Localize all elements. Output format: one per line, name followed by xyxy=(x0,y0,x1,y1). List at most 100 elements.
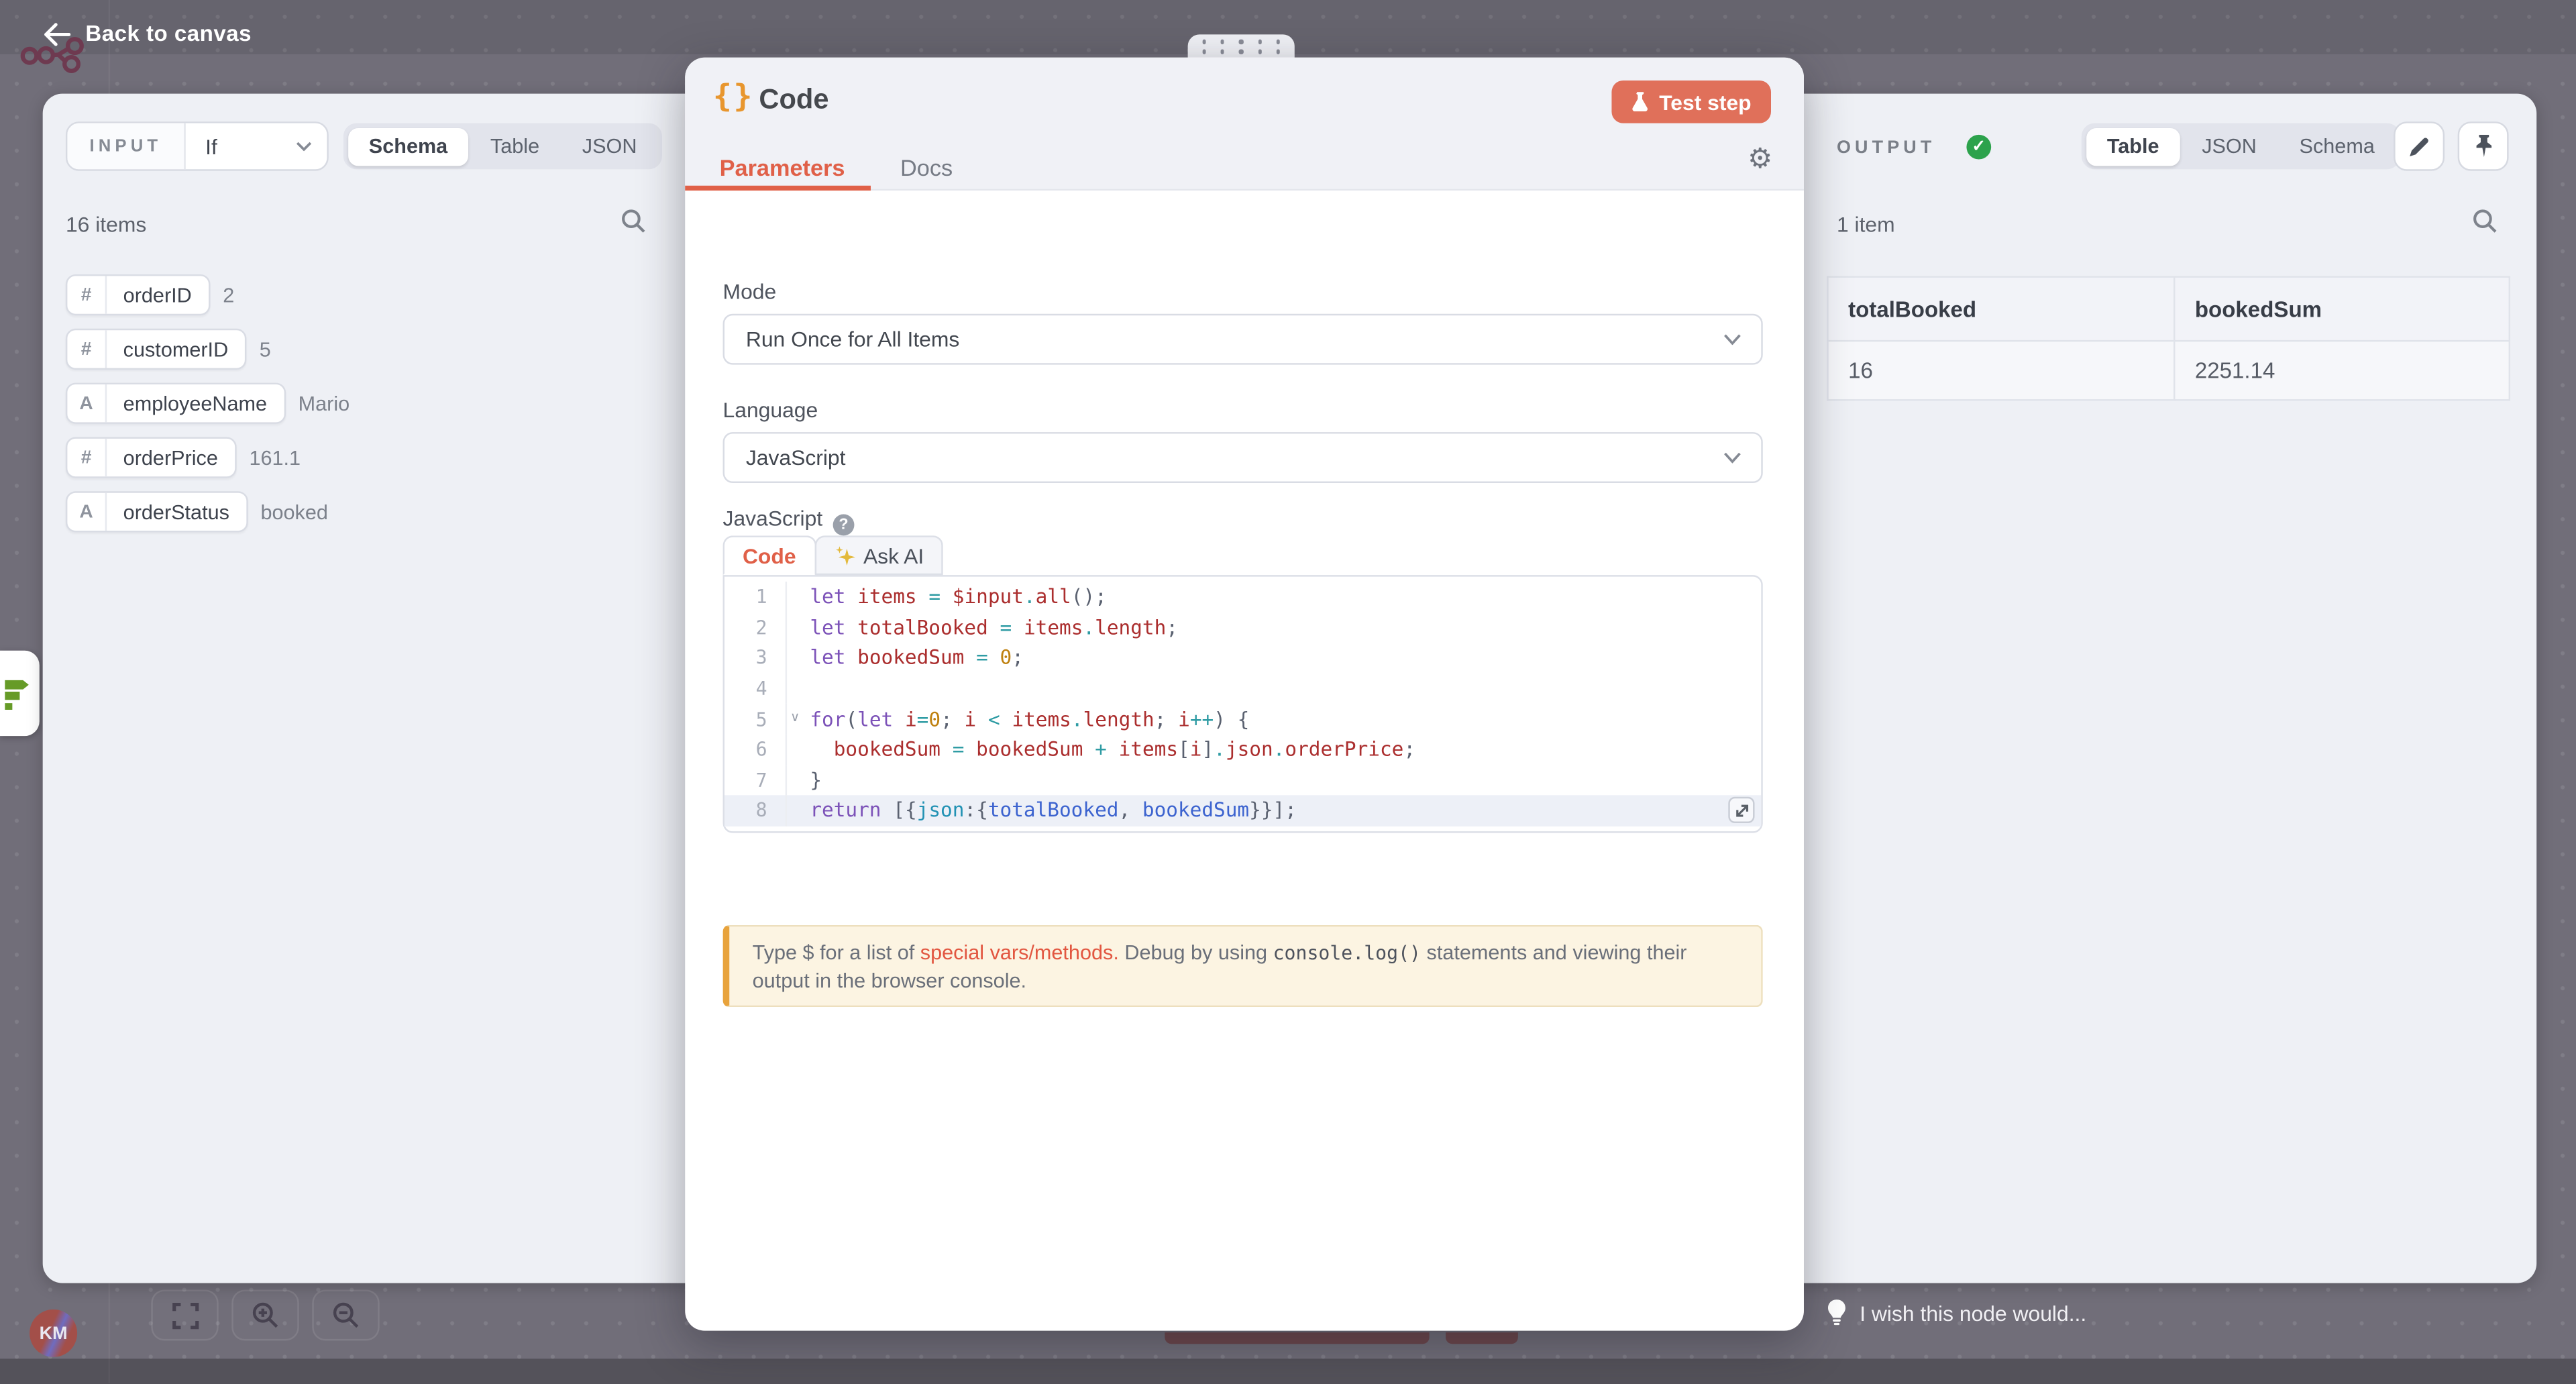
fold-chevron-icon[interactable]: ∨ xyxy=(790,710,800,725)
user-avatar[interactable]: KM xyxy=(30,1310,77,1357)
output-tab-schema[interactable]: Schema xyxy=(2278,127,2396,165)
input-panel-label: INPUT xyxy=(67,123,185,170)
editor-tab-ask-ai[interactable]: Ask AI xyxy=(814,535,943,575)
editor-tab-code[interactable]: Code xyxy=(723,535,816,575)
schema-field-pill[interactable]: AorderStatus xyxy=(66,491,248,532)
expand-icon xyxy=(1734,803,1749,818)
code-line[interactable]: 2let totalBooked = items.length; xyxy=(724,612,1761,643)
pin-icon xyxy=(2473,135,2493,158)
pin-output-button[interactable] xyxy=(2458,121,2509,170)
input-node-selector[interactable]: INPUT If xyxy=(66,121,329,170)
panel-drag-handle[interactable] xyxy=(1188,34,1295,60)
string-type-icon: A xyxy=(67,493,107,531)
tab-parameters[interactable]: Parameters xyxy=(720,154,845,180)
schema-field-row: #orderPrice161.1 xyxy=(66,437,350,478)
input-items-count: 16 items xyxy=(66,212,146,237)
schema-field-pill[interactable]: AemployeeName xyxy=(66,383,285,424)
zoom-out-icon xyxy=(332,1301,360,1330)
line-number: 2 xyxy=(724,612,787,643)
output-tab-table[interactable]: Table xyxy=(2086,127,2180,165)
schema-field-row: AorderStatus booked xyxy=(66,491,350,532)
input-tab-json[interactable]: JSON xyxy=(561,127,658,165)
back-to-canvas-label: Back to canvas xyxy=(85,21,252,46)
input-tab-table[interactable]: Table xyxy=(469,127,561,165)
editor-tab-group: Code Ask AI xyxy=(723,535,944,575)
code-line[interactable]: 8return [{json:{totalBooked, bookedSum}}… xyxy=(724,796,1761,827)
code-line[interactable]: 1let items = $input.all(); xyxy=(724,582,1761,613)
line-number: 6 xyxy=(724,735,787,765)
output-table-cell: 16 xyxy=(1827,341,2174,400)
editor-field-label: JavaScript? xyxy=(723,506,855,536)
tab-docs[interactable]: Docs xyxy=(900,154,953,180)
line-number: 7 xyxy=(724,765,787,796)
schema-field-name: employeeName xyxy=(107,384,283,422)
line-number: 3 xyxy=(724,643,787,674)
zoom-to-fit-button[interactable] xyxy=(151,1289,218,1340)
language-select-value: JavaScript xyxy=(746,445,846,470)
code-line-text: bookedSum = bookedSum + items[i].json.or… xyxy=(787,738,1415,761)
output-tab-json[interactable]: JSON xyxy=(2180,127,2277,165)
schema-field-value: 5 xyxy=(260,337,271,360)
code-line-text: let totalBooked = items.length; xyxy=(787,616,1178,639)
node-feedback-button[interactable]: I wish this node would... xyxy=(1827,1299,2086,1326)
schema-field-value: booked xyxy=(260,500,327,523)
schema-field-pill[interactable]: #orderPrice xyxy=(66,437,236,478)
number-type-icon: # xyxy=(67,439,107,476)
line-number: 1 xyxy=(724,582,787,613)
gear-icon[interactable]: ⚙ xyxy=(1748,145,1772,173)
sparkle-icon xyxy=(834,545,855,566)
code-line[interactable]: 3let bookedSum = 0; xyxy=(724,643,1761,674)
code-line[interactable]: 4 xyxy=(724,674,1761,704)
zoom-in-icon xyxy=(252,1301,280,1330)
test-step-button[interactable]: Test step xyxy=(1611,81,1771,123)
output-view-tab-group: Table JSON Schema xyxy=(2082,123,2400,170)
input-tab-schema[interactable]: Schema xyxy=(347,127,469,165)
code-line-text: let items = $input.all(); xyxy=(787,586,1107,608)
search-icon[interactable] xyxy=(621,209,646,242)
output-table: totalBookedbookedSum 162251.14 xyxy=(1827,276,2510,401)
code-line[interactable]: 7} xyxy=(724,765,1761,796)
schema-field-pill[interactable]: #customerID xyxy=(66,329,246,370)
mode-label: Mode xyxy=(723,279,777,304)
special-vars-link[interactable]: special vars/methods. xyxy=(920,941,1119,964)
active-tab-underline xyxy=(685,186,871,191)
drag-dots-icon xyxy=(1201,40,1280,54)
help-icon[interactable]: ? xyxy=(833,514,855,536)
chevron-down-icon xyxy=(1723,451,1741,463)
back-to-canvas-button[interactable]: Back to canvas xyxy=(43,21,252,46)
schema-field-pill[interactable]: #orderID xyxy=(66,274,210,315)
chevron-down-icon xyxy=(296,123,312,170)
zoom-out-button[interactable] xyxy=(312,1289,379,1340)
zoom-to-fit-icon xyxy=(172,1302,198,1328)
hint-code-snippet: console.log() xyxy=(1273,941,1421,964)
expand-editor-button[interactable] xyxy=(1728,797,1754,823)
flask-icon xyxy=(1631,91,1650,113)
search-icon[interactable] xyxy=(2473,209,2498,242)
chevron-down-icon xyxy=(1723,333,1741,345)
if-node-card[interactable] xyxy=(0,651,40,736)
mode-select[interactable]: Run Once for All Items xyxy=(723,314,1763,365)
lightbulb-icon xyxy=(1827,1299,1846,1326)
code-line[interactable]: 5∨for(let i=0; i < items.length; i++) { xyxy=(724,704,1761,735)
dimmed-background-button xyxy=(1165,1332,1429,1344)
back-arrow-icon xyxy=(43,22,71,45)
code-line[interactable]: 6 bookedSum = bookedSum + items[i].json.… xyxy=(724,735,1761,765)
number-type-icon: # xyxy=(67,330,107,368)
zoom-in-button[interactable] xyxy=(231,1289,299,1340)
input-schema-field-list: #orderID2#customerID5AemployeeNameMario#… xyxy=(66,274,350,532)
output-table-header-cell: bookedSum xyxy=(2174,277,2510,341)
test-step-label: Test step xyxy=(1659,89,1751,114)
line-number: 5 xyxy=(724,704,787,735)
node-settings-panel: {} Code Test step Parameters Docs ⚙ Mode… xyxy=(685,58,1804,1331)
edit-output-button[interactable] xyxy=(2394,121,2445,170)
success-check-icon: ✓ xyxy=(1966,135,1991,160)
schema-field-row: AemployeeNameMario xyxy=(66,383,350,424)
code-editor[interactable]: 1let items = $input.all();2let totalBook… xyxy=(723,574,1763,833)
output-table-row: 162251.14 xyxy=(1827,341,2509,400)
mode-select-value: Run Once for All Items xyxy=(746,327,960,352)
hint-text: Debug by using xyxy=(1119,941,1273,964)
schema-field-name: orderPrice xyxy=(107,439,234,476)
language-select[interactable]: JavaScript xyxy=(723,432,1763,483)
node-title[interactable]: Code xyxy=(759,84,828,117)
node-settings-header: {} Code Test step Parameters Docs ⚙ xyxy=(685,58,1804,191)
